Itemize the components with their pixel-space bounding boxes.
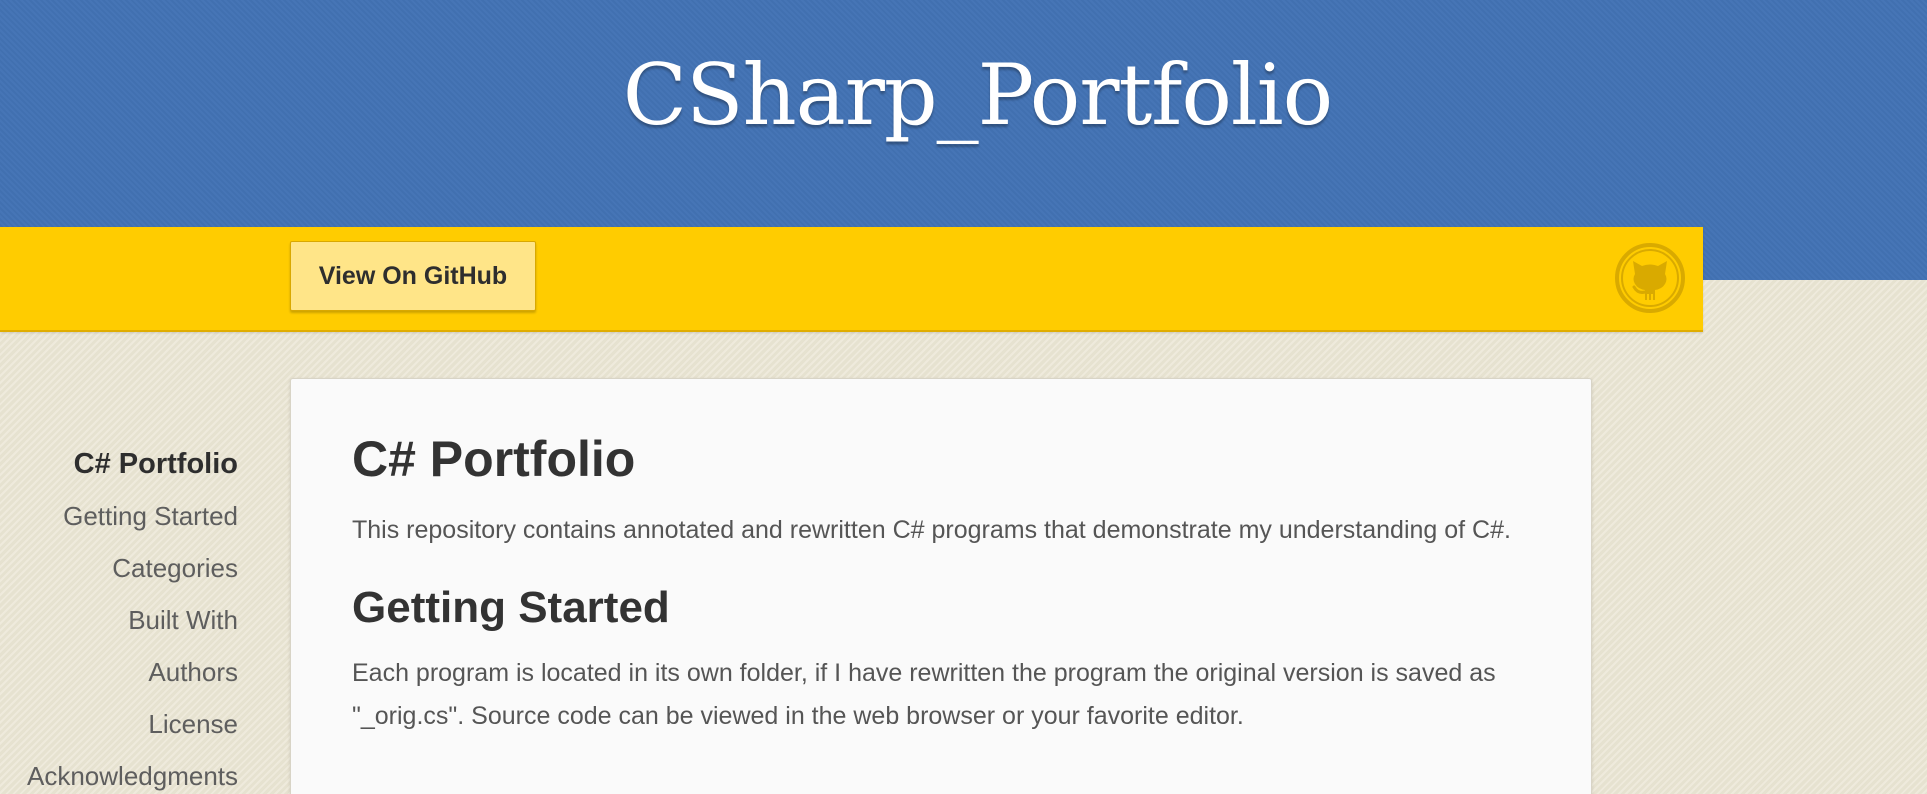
getting-started-paragraph: Each program is located in its own folde…: [352, 659, 1496, 730]
page-heading: C# Portfolio: [352, 431, 636, 487]
sidebar-item-authors[interactable]: Authors: [0, 646, 238, 698]
sidebar-item-csharp-portfolio[interactable]: C# Portfolio: [0, 438, 238, 490]
github-octocat-icon[interactable]: [1614, 242, 1686, 314]
sidebar-nav: C# Portfolio Getting Started Categories …: [0, 438, 238, 794]
section-heading-getting-started: Getting Started: [352, 583, 670, 632]
sidebar-item-built-with[interactable]: Built With: [0, 594, 238, 646]
sidebar-item-acknowledgments[interactable]: Acknowledgments: [0, 750, 238, 794]
sidebar-item-license[interactable]: License: [0, 698, 238, 750]
view-on-github-button[interactable]: View On GitHub: [290, 241, 536, 311]
github-banner: [0, 227, 1703, 332]
sidebar-item-categories[interactable]: Categories: [0, 542, 238, 594]
main-content-card: C# Portfolio This repository contains an…: [290, 378, 1592, 794]
site-title: CSharp_Portfolio: [622, 46, 1333, 144]
sidebar-item-getting-started[interactable]: Getting Started: [0, 490, 238, 542]
intro-paragraph: This repository contains annotated and r…: [352, 516, 1511, 544]
